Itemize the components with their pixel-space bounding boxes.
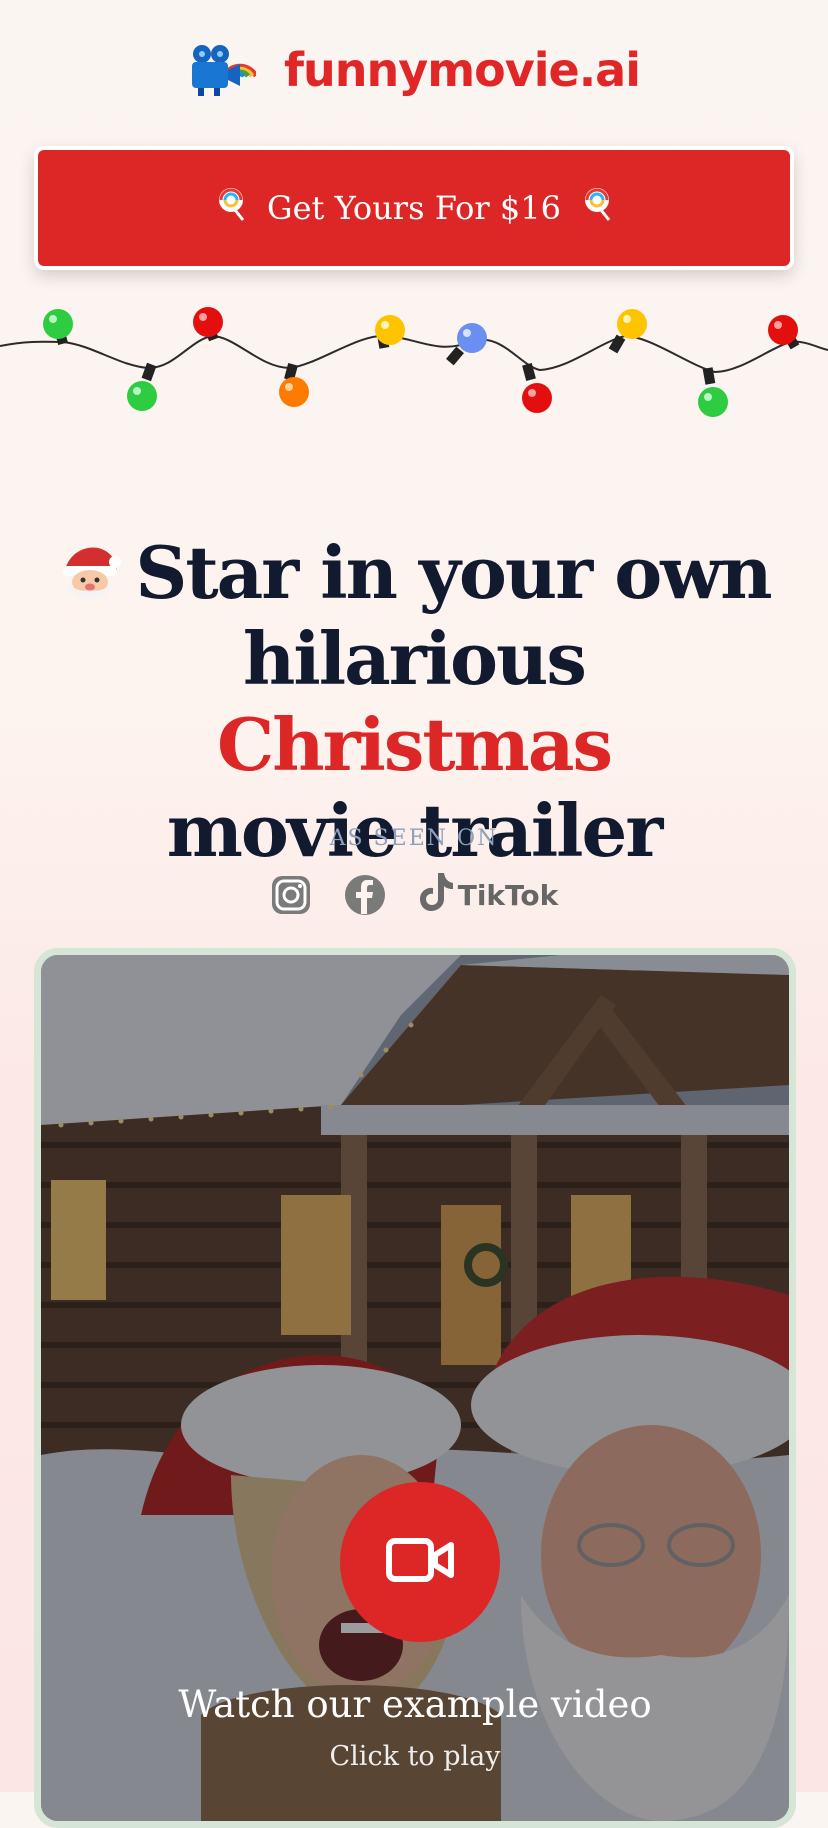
tiktok-logo[interactable]: TikTok [418,871,559,920]
hero-headline: Star in your own hilarious Christmas mov… [40,530,788,874]
lollipop-icon [213,186,249,230]
christmas-lights-decoration [0,296,828,426]
instagram-icon[interactable] [270,874,312,916]
movie-camera-rainbow-icon[interactable] [188,42,259,98]
tiktok-label: TikTok [457,878,559,912]
video-camera-icon [385,1535,455,1590]
video-subtitle: Click to play [329,1741,501,1772]
headline-line-2: hilarious Christmas [40,616,788,788]
facebook-icon[interactable] [344,874,386,916]
brand-name[interactable]: funnymovie.ai [284,43,641,97]
tiktok-icon [418,871,454,920]
get-yours-button[interactable]: Get Yours For $16 [34,146,794,270]
headline-line-2-prefix: hilarious [243,616,587,701]
get-yours-label: Get Yours For $16 [267,189,561,227]
example-video-player[interactable]: Watch our example video Click to play [34,948,796,1828]
santa-emoji-icon [57,538,123,604]
play-button[interactable] [340,1482,500,1642]
as-seen-on-label: AS SEEN ON [329,826,499,851]
site-header: funnymovie.ai [0,0,828,140]
headline-line-1-text: Star in your own [135,530,772,615]
social-logos: TikTok [0,870,828,920]
headline-line-1: Star in your own [40,530,788,616]
headline-highlight: Christmas [216,702,613,787]
video-title: Watch our example video [178,1683,652,1726]
lollipop-icon [579,186,615,230]
